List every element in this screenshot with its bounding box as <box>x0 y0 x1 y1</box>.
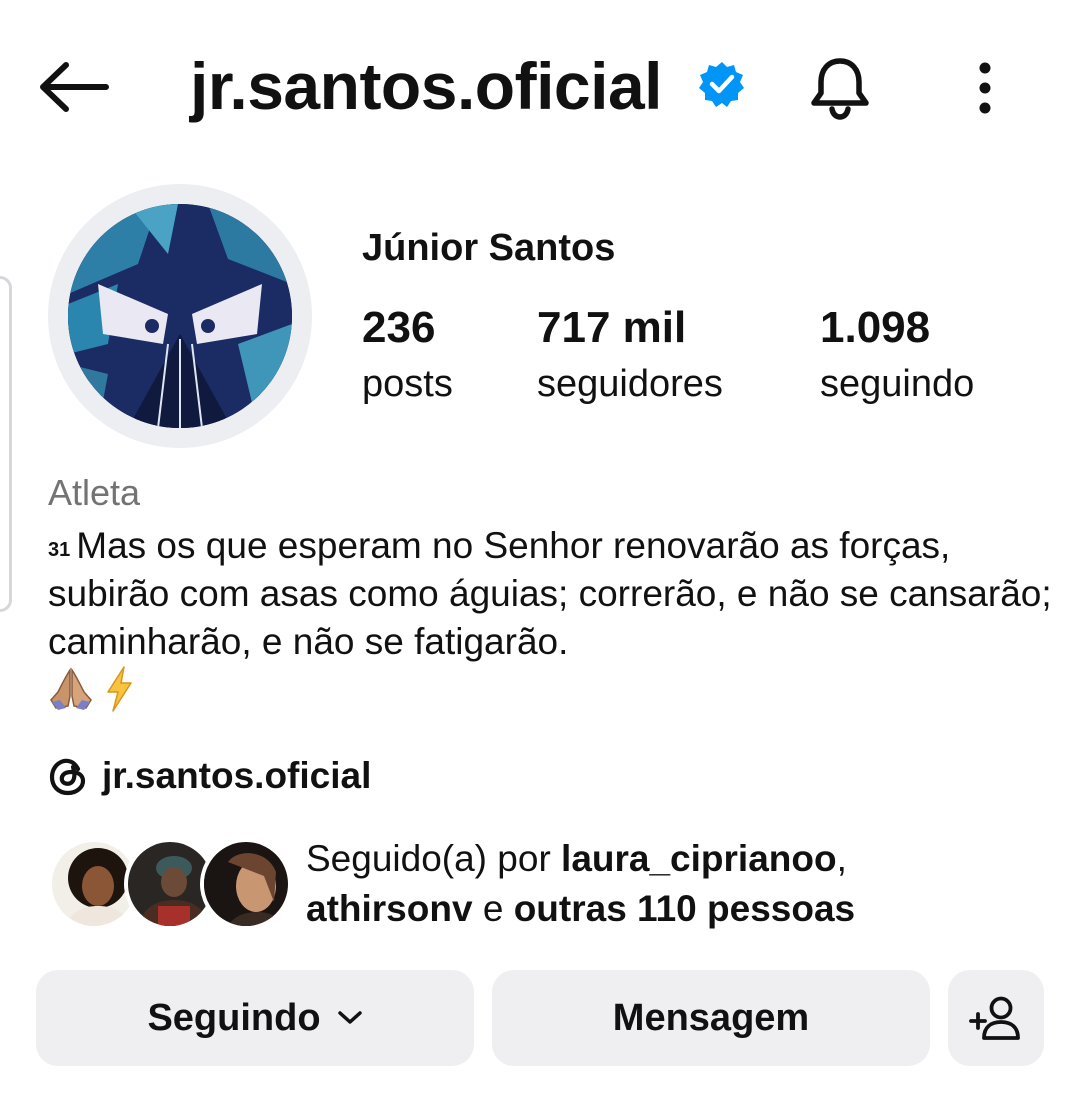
bio-text: Mas os que esperam no Senhor renovarão a… <box>48 525 1052 662</box>
add-person-icon <box>969 996 1020 1040</box>
followed-by-conjunction: e <box>472 888 514 929</box>
mutual-followers-others[interactable]: outras 110 pessoas <box>514 888 855 929</box>
threads-link-text: jr.santos.oficial <box>102 755 372 796</box>
profile-category: Atleta <box>48 472 141 513</box>
followers-count: 717 mil <box>537 303 687 352</box>
header-username: jr.santos.oficial <box>190 49 663 123</box>
profile-avatar <box>68 204 292 428</box>
back-arrow-icon <box>40 62 109 112</box>
more-options-button[interactable] <box>958 50 1012 126</box>
message-button-label: Mensagem <box>612 996 810 1039</box>
bell-icon <box>811 58 869 120</box>
followed-by-text: Seguido(a) por laura_ciprianoo, athirsonv… <box>306 834 1056 934</box>
back-button[interactable] <box>34 52 114 122</box>
profile-bio: 31 Mas os que esperam no Senhor renovarão… <box>48 522 1058 666</box>
message-button[interactable]: Mensagem <box>492 970 930 1066</box>
profile-header: jr.santos.oficial <box>0 0 1080 170</box>
followed-by-separator: , <box>836 838 847 879</box>
threads-profile-link[interactable]: jr.santos.oficial <box>48 748 371 804</box>
mutual-follower-2[interactable]: athirsonv <box>306 888 473 929</box>
followed-by-section[interactable]: Seguido(a) por laura_ciprianoo, athirsonv… <box>48 834 1058 934</box>
following-count: 1.098 <box>820 303 931 352</box>
praying-hands-icon <box>50 667 92 710</box>
lightning-icon <box>107 666 132 712</box>
profile-display-name: Júnior Santos <box>362 227 616 269</box>
followed-by-prefix: Seguido(a) por <box>306 838 562 879</box>
verified-badge-icon <box>699 62 744 107</box>
following-stat[interactable]: 1.098 seguindo <box>820 300 974 412</box>
bio-emojis <box>48 664 134 714</box>
following-label: seguindo <box>820 363 975 405</box>
posts-label: posts <box>362 363 453 405</box>
more-vertical-icon <box>979 62 991 114</box>
following-button-label: Seguindo <box>147 996 321 1039</box>
following-button[interactable]: Seguindo <box>36 970 474 1066</box>
bio-verse-number: 31 <box>48 539 71 561</box>
suggested-users-button[interactable] <box>948 970 1044 1066</box>
mutual-follower-1[interactable]: laura_ciprianoo <box>561 838 837 879</box>
chevron-down-icon <box>337 1011 362 1024</box>
threads-icon <box>49 758 86 796</box>
side-edge-handle <box>0 276 12 612</box>
notifications-button[interactable] <box>800 50 880 126</box>
follower-avatar-3 <box>200 838 292 930</box>
profile-avatar-ring[interactable] <box>48 184 312 448</box>
posts-stat[interactable]: 236 posts <box>362 300 453 412</box>
followers-label: seguidores <box>537 363 723 405</box>
followers-stat[interactable]: 717 mil seguidores <box>537 300 723 412</box>
posts-count: 236 <box>362 303 436 352</box>
